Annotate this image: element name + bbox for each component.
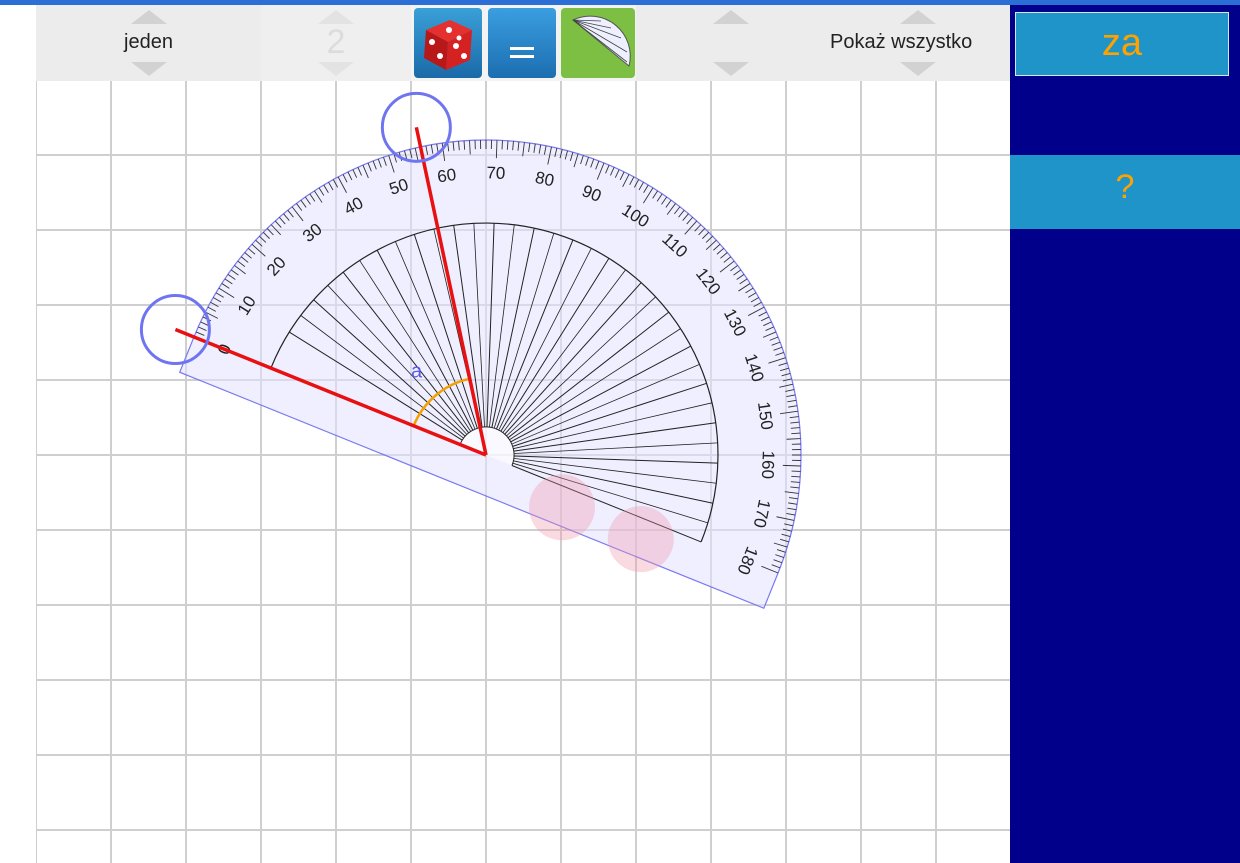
- scale-tick: [463, 140, 466, 150]
- sidebar-panel: [1010, 5, 1240, 863]
- protractor[interactable]: [178, 139, 802, 610]
- scale-tick: [782, 464, 801, 467]
- answer-button[interactable]: za: [1015, 12, 1229, 76]
- protractor-overlay[interactable]: 0102030405060708090100110120130140150160…: [0, 0, 1010, 863]
- scale-number: 60: [436, 165, 457, 186]
- scale-tick: [495, 140, 498, 159]
- protractor-body[interactable]: [178, 139, 802, 610]
- scale-number: 80: [533, 168, 555, 191]
- protractor-move-handle[interactable]: [528, 474, 595, 541]
- scale-tick: [506, 140, 509, 150]
- help-button[interactable]: ?: [1010, 155, 1240, 229]
- scale-number: 70: [486, 163, 506, 183]
- scale-number: 160: [758, 450, 778, 479]
- scale-tick: [791, 475, 801, 478]
- protractor-rotate-handle[interactable]: [607, 506, 674, 573]
- scale-number: 150: [754, 400, 777, 431]
- angle-label: a: [411, 361, 423, 383]
- scale-tick: [791, 432, 801, 435]
